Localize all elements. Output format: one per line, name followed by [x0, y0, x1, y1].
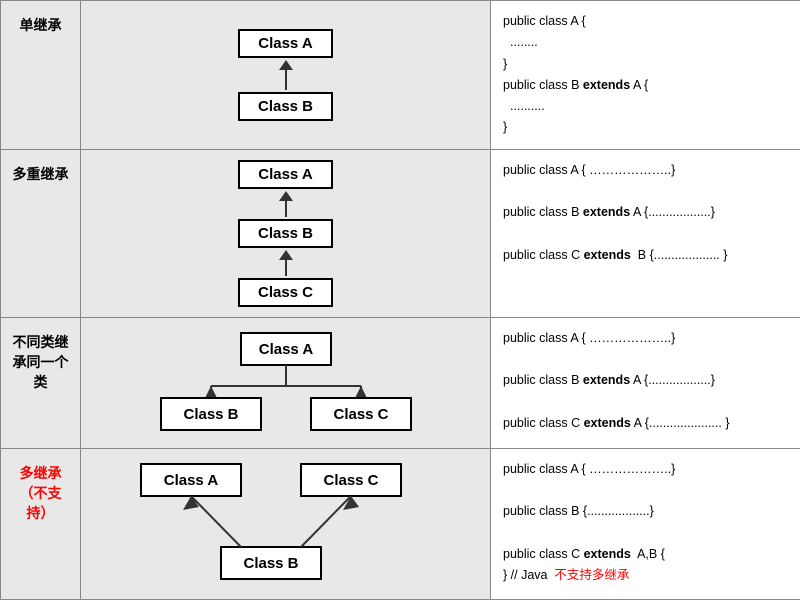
row-hierarchical-inheritance: 不同类继承同一个类 Class A [1, 317, 800, 448]
code-line-6: } [503, 117, 788, 138]
mp-code-4 [503, 522, 788, 543]
class-box-a-multi: Class A [238, 160, 332, 189]
diagram-multilevel: Class A Class B Class C [81, 149, 491, 317]
mp-code-5: public class C extends A,B { [503, 544, 788, 565]
arrow-line-2-multi [285, 260, 287, 276]
arrow-line-single [285, 70, 287, 90]
svg-multiple: Class A Class C Class B [136, 459, 436, 589]
svg-text:Class B: Class B [183, 406, 238, 423]
mp-code-3: public class B {..................} [503, 501, 788, 522]
label-multilevel: 多重继承 [1, 149, 81, 317]
mp-code-6: } // Java 不支持多继承 [503, 565, 788, 586]
label-multiple: 多继承（不支持） [1, 448, 81, 599]
row-single-inheritance: 单继承 Class A Class B public class A { ...… [1, 1, 800, 150]
svg-text:Class A: Class A [258, 341, 313, 358]
svg-text:Class A: Class A [163, 472, 218, 489]
ml-code-5: public class C extends B {..............… [503, 245, 788, 266]
h-code-4 [503, 391, 788, 412]
class-box-b-multi: Class B [238, 219, 333, 248]
svg-text:Class B: Class B [243, 555, 298, 572]
svg-hierarchical: Class A Class B Class C [156, 328, 416, 438]
code-multilevel: public class A { ………………..} public class … [491, 149, 800, 317]
code-line-2: ........ [503, 32, 788, 53]
class-box-a-single: Class A [238, 29, 332, 58]
class-box-c-multi: Class C [238, 278, 333, 307]
svg-text:Class C: Class C [333, 406, 388, 423]
h-code-3: public class B extends A {..............… [503, 370, 788, 391]
diagram-hierarchical: Class A Class B Class C [81, 317, 491, 448]
diagram-single: Class A Class B [81, 1, 491, 150]
label-hierarchical: 不同类继承同一个类 [1, 317, 81, 448]
h-code-5: public class C extends A {..............… [503, 413, 788, 434]
mp-code-1: public class A { ………………..} [503, 459, 788, 480]
ml-code-2 [503, 181, 788, 202]
h-code-2 [503, 349, 788, 370]
ml-code-1: public class A { ………………..} [503, 160, 788, 181]
diagram-multiple: Class A Class C Class B [81, 448, 491, 599]
h-code-1: public class A { ………………..} [503, 328, 788, 349]
row-multiple-inheritance: 多继承（不支持） Class A Class C Class B [1, 448, 800, 599]
code-line-5: .......... [503, 96, 788, 117]
code-hierarchical: public class A { ………………..} public class … [491, 317, 800, 448]
class-box-b-single: Class B [238, 92, 333, 121]
svg-text:Class C: Class C [323, 472, 378, 489]
ml-code-4 [503, 223, 788, 244]
arrow-head-1-multi [279, 191, 293, 201]
arrow-head-single [279, 60, 293, 70]
code-single: public class A { ........ } public class… [491, 1, 800, 150]
mp-code-2 [503, 480, 788, 501]
arrow-head-2-multi [279, 250, 293, 260]
code-line-4: public class B extends A { [503, 75, 788, 96]
row-multilevel-inheritance: 多重继承 Class A Class B Class C public clas… [1, 149, 800, 317]
arrow-line-1-multi [285, 201, 287, 217]
code-line-3: } [503, 54, 788, 75]
code-multiple: public class A { ………………..} public class … [491, 448, 800, 599]
main-table: 单继承 Class A Class B public class A { ...… [0, 0, 800, 600]
code-line-1: public class A { [503, 11, 788, 32]
ml-code-3: public class B extends A {..............… [503, 202, 788, 223]
label-single: 单继承 [1, 1, 81, 150]
